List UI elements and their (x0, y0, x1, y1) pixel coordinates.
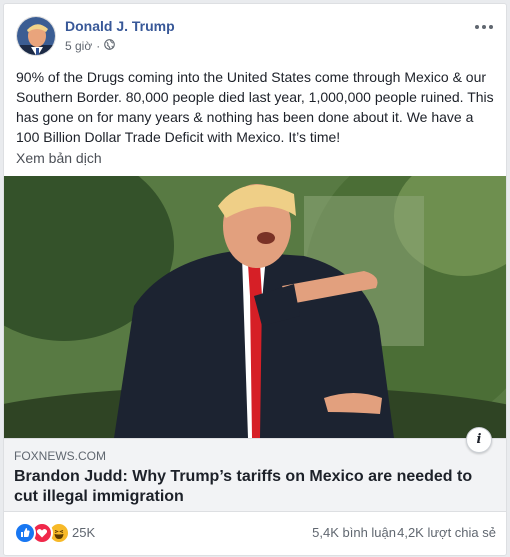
post-meta: 5 giờ · (65, 39, 116, 53)
info-icon[interactable]: i (466, 427, 492, 453)
link-preview[interactable]: FOXNEWS.COM Brandon Judd: Why Trump’s ta… (4, 438, 506, 512)
author-name[interactable]: Donald J. Trump (65, 18, 175, 34)
dot-separator: · (96, 39, 101, 53)
reaction-icons[interactable] (14, 522, 70, 544)
post-card: Donald J. Trump 5 giờ · 90% of the Drugs… (3, 3, 507, 556)
post-timestamp[interactable]: 5 giờ (65, 39, 92, 53)
comment-count[interactable]: 5,4K bình luận (312, 525, 396, 540)
share-count[interactable]: 4,2K lượt chia sẻ (397, 525, 496, 540)
reaction-bar: 25K 5,4K bình luận 4,2K lượt chia sẻ (14, 522, 496, 546)
more-options-icon[interactable] (474, 20, 494, 34)
globe-icon[interactable] (104, 39, 116, 53)
like-icon (14, 522, 36, 544)
link-title[interactable]: Brandon Judd: Why Trump’s tariffs on Mex… (14, 467, 484, 507)
reaction-count[interactable]: 25K (72, 525, 95, 540)
author-avatar[interactable] (16, 16, 56, 56)
post-header: Donald J. Trump 5 giờ · (16, 16, 496, 58)
see-translation-link[interactable]: Xem bản dịch (16, 150, 102, 166)
link-domain: FOXNEWS.COM (14, 449, 106, 463)
link-preview-image[interactable] (4, 176, 506, 438)
post-text: 90% of the Drugs coming into the United … (16, 69, 494, 145)
